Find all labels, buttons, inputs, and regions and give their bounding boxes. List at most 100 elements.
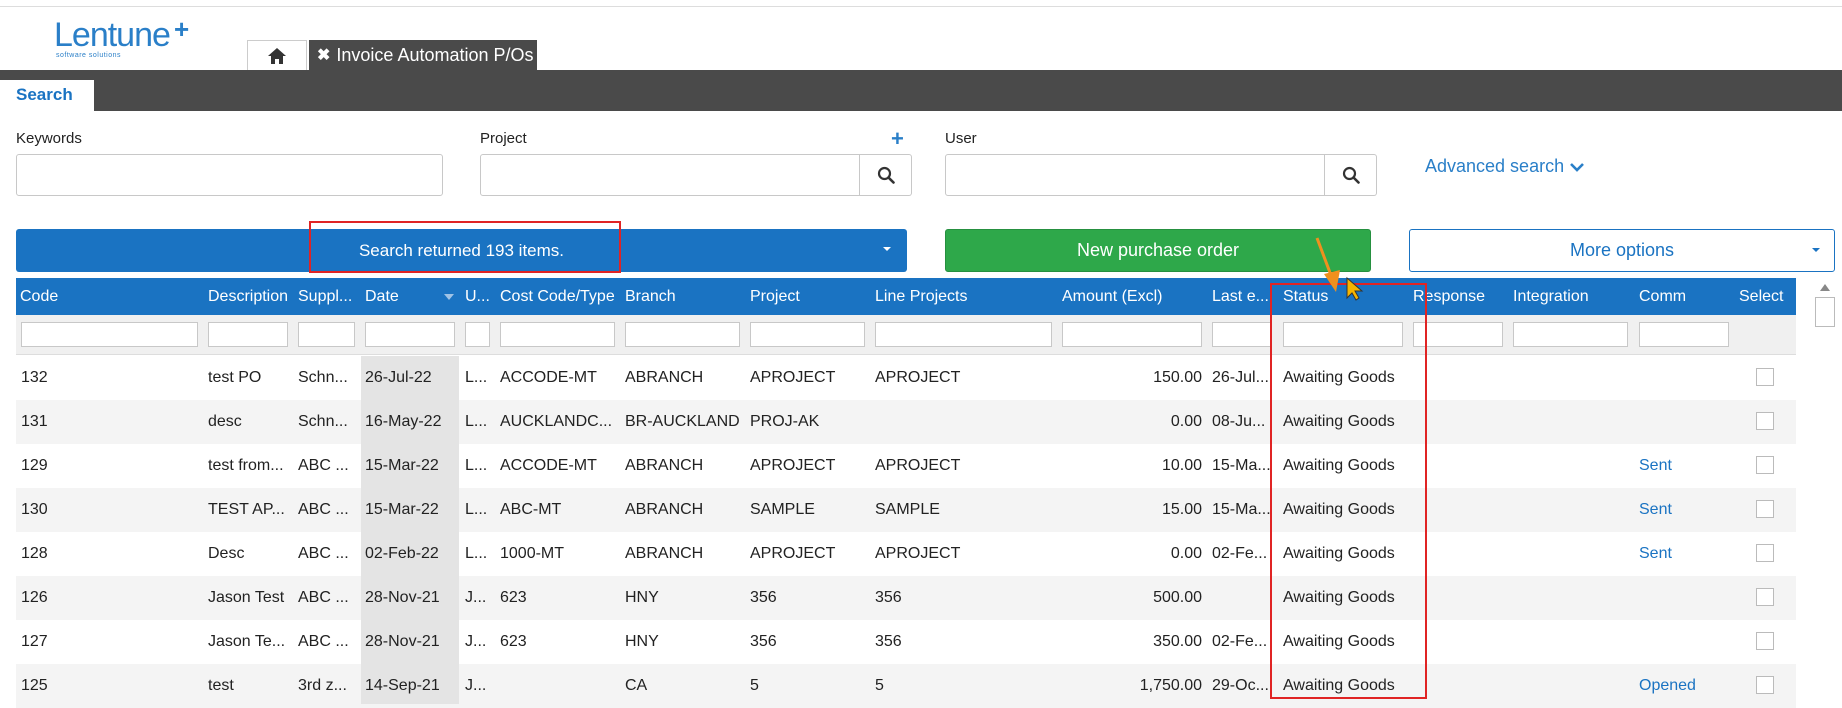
project-input[interactable] (480, 154, 860, 196)
column-description[interactable]: Description (208, 278, 293, 315)
cell-code: 128 (21, 545, 48, 562)
cell-amount: 150.00 (1153, 369, 1202, 386)
cell-description: test (208, 677, 234, 694)
cell-date: 02-Feb-22 (365, 545, 439, 562)
cell-date: 16-May-22 (365, 413, 442, 430)
row-select-checkbox[interactable] (1756, 544, 1774, 562)
cell-amount: 0.00 (1170, 413, 1202, 430)
project-label: Project (480, 130, 527, 147)
lentune-logo[interactable]: Lentune + software solutions (54, 14, 204, 62)
column-select[interactable]: Select (1739, 278, 1794, 315)
cell-line-projects: 356 (875, 589, 902, 606)
cell-supplier: Schn... (298, 413, 348, 430)
column-last-emailed[interactable]: Last e... (1212, 278, 1274, 315)
cell-comm[interactable] (1639, 368, 1729, 388)
cell-last-emailed: 26-Jul... (1212, 369, 1269, 386)
filter-comm-input[interactable] (1639, 322, 1729, 347)
user-input[interactable] (945, 154, 1325, 196)
cell-description: TEST AP... (208, 501, 285, 518)
cell-description: test PO (208, 369, 262, 386)
column-cost-code[interactable]: Cost Code/Type (500, 278, 622, 315)
user-label: User (945, 130, 977, 147)
filter-supplier-input[interactable] (298, 322, 355, 347)
cell-user: L... (465, 545, 488, 562)
cell-date: 15-Mar-22 (365, 501, 439, 518)
cell-branch: HNY (625, 633, 659, 650)
cell-line-projects: 5 (875, 677, 884, 694)
filter-line-projects-input[interactable] (875, 322, 1052, 347)
cell-project: SAMPLE (750, 501, 815, 518)
cell-supplier: ABC ... (298, 633, 349, 650)
cell-user: L... (465, 457, 488, 474)
column-branch[interactable]: Branch (625, 278, 745, 315)
cell-line-projects: APROJECT (875, 369, 961, 386)
cell-cost-code: ABC-MT (500, 501, 562, 518)
cell-comm[interactable] (1639, 632, 1729, 652)
row-select-checkbox[interactable] (1756, 500, 1774, 518)
cell-supplier: ABC ... (298, 589, 349, 606)
scrollbar-thumb[interactable] (1815, 297, 1835, 327)
row-select-checkbox[interactable] (1756, 676, 1774, 694)
column-comm[interactable]: Comm (1639, 278, 1729, 315)
cell-comm[interactable]: Sent (1639, 456, 1729, 476)
filter-cost-code-input[interactable] (500, 322, 615, 347)
filter-last-emailed-input[interactable] (1212, 322, 1272, 347)
cell-line-projects (875, 412, 1055, 432)
filter-user-input[interactable] (465, 322, 490, 347)
tab-invoice-automation[interactable]: ✖ Invoice Automation P/Os (309, 40, 537, 70)
filter-code-input[interactable] (21, 322, 198, 347)
caret-down-icon (1812, 248, 1820, 252)
cell-comm[interactable]: Sent (1639, 544, 1729, 564)
user-search-button[interactable] (1325, 154, 1377, 196)
scroll-up-arrow-icon[interactable] (1819, 282, 1831, 292)
cell-last-emailed: 29-Oc... (1212, 677, 1269, 694)
caret-down-icon[interactable] (881, 243, 893, 255)
filter-amount-input[interactable] (1062, 322, 1202, 347)
column-supplier[interactable]: Suppl... (298, 278, 356, 315)
cell-description: test from... (208, 457, 284, 474)
cell-code: 129 (21, 457, 48, 474)
filter-description-input[interactable] (208, 322, 288, 347)
cell-user: L... (465, 369, 488, 386)
more-options-button[interactable]: More options (1409, 229, 1835, 272)
cell-comm[interactable]: Sent (1639, 500, 1729, 520)
row-select-checkbox[interactable] (1756, 456, 1774, 474)
tab-home[interactable] (247, 40, 307, 70)
cell-description: Jason Te... (208, 633, 286, 650)
filter-date-input[interactable] (365, 322, 455, 347)
cell-project: 356 (750, 633, 777, 650)
cell-code: 125 (21, 677, 48, 694)
cell-comm[interactable]: Opened (1639, 676, 1729, 696)
column-code[interactable]: Code (20, 278, 170, 315)
cell-date: 14-Sep-21 (365, 677, 440, 694)
tab-search[interactable]: Search (0, 80, 94, 111)
cell-user: J... (465, 589, 487, 606)
cell-cost-code: 623 (500, 589, 527, 606)
row-select-checkbox[interactable] (1756, 588, 1774, 606)
sort-desc-icon[interactable] (443, 293, 455, 301)
add-project-icon[interactable]: + (891, 126, 904, 152)
cell-cost-code: ACCODE-MT (500, 457, 597, 474)
filter-project-input[interactable] (750, 322, 865, 347)
column-project[interactable]: Project (750, 278, 870, 315)
column-user[interactable]: U... (465, 278, 495, 315)
column-integration[interactable]: Integration (1513, 278, 1628, 315)
column-response[interactable]: Response (1413, 278, 1508, 315)
cell-comm[interactable] (1639, 588, 1729, 608)
close-tab-icon[interactable]: ✖ (317, 45, 330, 65)
filter-branch-input[interactable] (625, 322, 740, 347)
row-select-checkbox[interactable] (1756, 632, 1774, 650)
row-select-checkbox[interactable] (1756, 412, 1774, 430)
more-options-label: More options (1569, 240, 1675, 260)
column-amount[interactable]: Amount (Excl) (1062, 278, 1202, 315)
project-search-button[interactable] (860, 154, 912, 196)
advanced-search-link[interactable]: Advanced search (1425, 156, 1585, 177)
row-select-checkbox[interactable] (1756, 368, 1774, 386)
filter-integration-input[interactable] (1513, 322, 1628, 347)
cell-comm[interactable] (1639, 412, 1729, 432)
cell-user: L... (465, 501, 488, 518)
cell-branch: ABRANCH (625, 501, 704, 518)
keywords-input[interactable] (16, 154, 443, 196)
column-date[interactable]: Date (365, 278, 425, 315)
column-line-projects[interactable]: Line Projects (875, 278, 1055, 315)
